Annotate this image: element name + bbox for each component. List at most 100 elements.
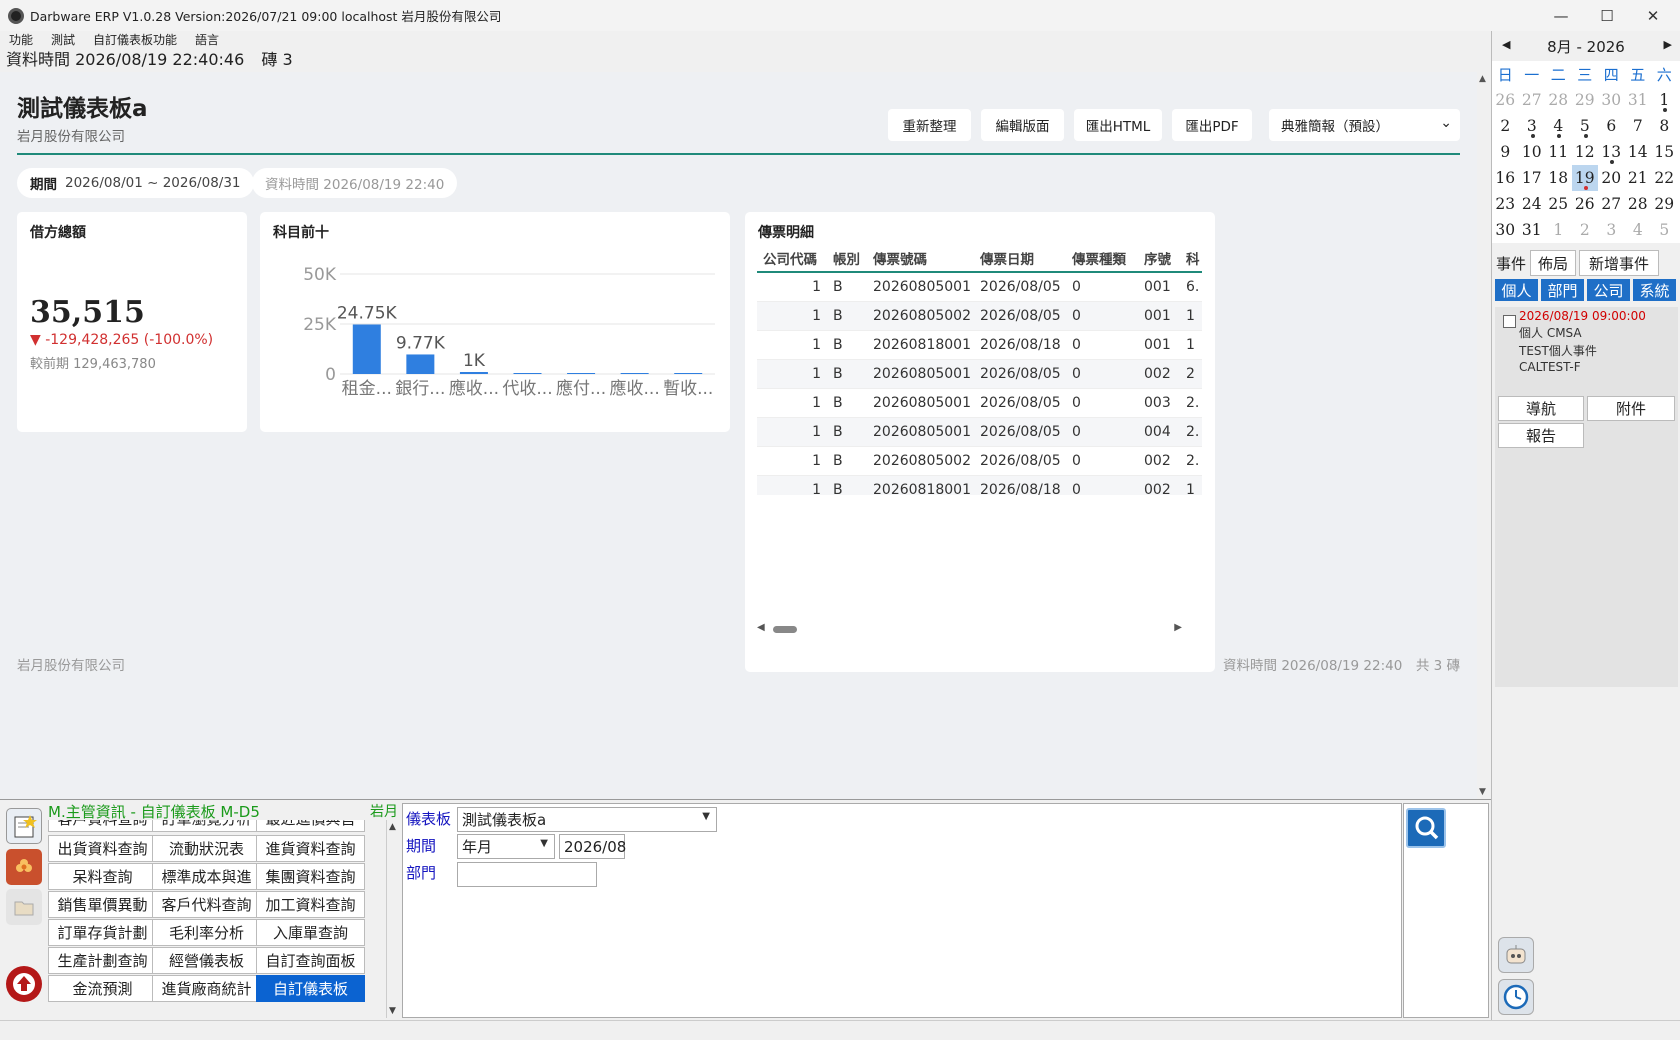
column-header[interactable]: 公司代碼 [757,245,827,273]
calendar-day[interactable]: 4 [1625,217,1652,243]
calendar-day[interactable]: 7 [1625,113,1652,139]
debit-total-card[interactable]: 借方總額 35,515 ▼ -129,428,265 (-100.0%) 較前期… [17,212,247,432]
calendar-day[interactable]: 25 [1545,191,1572,217]
menu-language[interactable]: 語言 [186,31,228,49]
next-month-icon[interactable]: ▶ [1664,38,1672,51]
column-header[interactable]: 科 [1180,245,1202,273]
export-html-button[interactable]: 匯出HTML [1074,109,1162,141]
calendar-day[interactable]: 12 [1572,139,1599,165]
calendar-day[interactable]: 17 [1519,165,1546,191]
new-event-button[interactable]: 新增事件 [1579,250,1659,276]
calendar-day[interactable]: 28 [1545,87,1572,113]
menu-function[interactable]: 功能 [0,31,42,49]
filter-department[interactable]: 部門 [1541,279,1584,301]
table-row[interactable]: 1 B 20260805001 2026/08/05 0 002 2 [757,359,1202,389]
function-button[interactable]: 加工資料查詢 [256,891,365,918]
calendar-month-label[interactable]: 8月 - 2026 [1547,36,1625,57]
column-header[interactable]: 傳票日期 [974,245,1066,273]
table-row[interactable]: 1 B 20260818001 2026/08/18 0 001 1 [757,330,1202,360]
column-header[interactable]: 傳票號碼 [867,245,974,273]
column-header[interactable]: 帳別 [827,245,867,273]
calendar-day[interactable]: 11 [1545,139,1572,165]
calendar-day[interactable]: 29 [1572,87,1599,113]
refresh-button[interactable]: 重新整理 [888,109,971,141]
close-button[interactable]: ✕ [1630,0,1676,31]
function-grid-scrollbar[interactable]: ▲ ▼ [386,820,400,1018]
menu-test[interactable]: 測試 [42,31,84,49]
calendar-day[interactable]: 27 [1519,87,1546,113]
function-button[interactable]: 訂單瀏覽分析 [152,820,261,832]
scroll-down-arrow-icon[interactable]: ▼ [389,1006,396,1016]
dashboard-param-select[interactable]: 測試儀表板a ▼ [457,807,717,832]
filter-system[interactable]: 系統 [1633,279,1676,301]
calendar-day[interactable]: 4 [1545,113,1572,139]
function-button[interactable]: 入庫單查詢 [256,919,365,946]
calendar-day[interactable]: 27 [1598,191,1625,217]
table-row[interactable]: 1 B 20260818001 2026/08/18 0 002 1 [757,475,1202,495]
search-button[interactable] [1406,808,1446,848]
calendar-day[interactable]: 16 [1492,165,1519,191]
scroll-up-arrow-icon[interactable]: ▲ [1479,74,1486,84]
function-button[interactable]: 最近進價與售 [256,820,365,832]
table-row[interactable]: 1 B 20260805001 2026/08/05 0 001 6. [757,272,1202,302]
scroll-down-arrow-icon[interactable]: ▼ [1479,787,1486,797]
notes-button[interactable] [6,808,42,844]
table-row[interactable]: 1 B 20260805002 2026/08/05 0 001 1 [757,301,1202,331]
function-button[interactable]: 銷售單價異動 [48,891,157,918]
calendar-day[interactable]: 5 [1572,113,1599,139]
calendar-day[interactable]: 3 [1519,113,1546,139]
table-row[interactable]: 1 B 20260805001 2026/08/05 0 004 2. [757,417,1202,447]
calendar-day[interactable]: 13 [1598,139,1625,165]
event-checkbox[interactable] [1503,315,1516,328]
theme-select[interactable]: 典雅簡報（預設） ⌄ [1269,109,1460,141]
column-header[interactable]: 序號 [1138,245,1180,273]
tab-layout[interactable]: 佈局 [1530,250,1576,276]
scrollbar-thumb[interactable] [773,626,797,633]
function-button[interactable]: 呆料查詢 [48,863,157,890]
table-row[interactable]: 1 B 20260805002 2026/08/05 0 002 2. [757,446,1202,476]
export-pdf-button[interactable]: 匯出PDF [1172,109,1252,141]
calendar-day[interactable]: 31 [1519,217,1546,243]
edit-layout-button[interactable]: 編輯版面 [981,109,1064,141]
function-button[interactable]: 進貨廠商統計 [152,975,261,1002]
calendar-day[interactable]: 15 [1651,139,1678,165]
voucher-horizontal-scrollbar[interactable]: ◀ ▶ [757,622,1182,636]
function-button[interactable]: 自訂查詢面板 [256,947,365,974]
calendar-day[interactable]: 26 [1492,87,1519,113]
favorites-button[interactable] [6,849,42,885]
scroll-right-arrow-icon[interactable]: ▶ [1174,622,1182,633]
calendar-day[interactable]: 6 [1598,113,1625,139]
report-button[interactable]: 報告 [1498,423,1584,448]
table-row[interactable]: 1 B 20260805001 2026/08/05 0 003 2. [757,388,1202,418]
prev-month-icon[interactable]: ◀ [1502,38,1510,51]
calendar-day[interactable]: 29 [1651,191,1678,217]
maximize-button[interactable]: ☐ [1584,0,1630,31]
top10-chart-card[interactable]: 科目前十 0 25K 50K 24.75K 租金... 9.77K 銀行... 1K 應收...… [260,212,730,432]
attachment-button[interactable]: 附件 [1587,396,1675,421]
calendar-day[interactable]: 5 [1651,217,1678,243]
calendar-day[interactable]: 31 [1625,87,1652,113]
calendar-day[interactable]: 18 [1545,165,1572,191]
calendar-day[interactable]: 9 [1492,139,1519,165]
calendar-day[interactable]: 20 [1598,165,1625,191]
function-button[interactable]: 客戶資料查詢 [48,820,157,832]
navigate-button[interactable]: 導航 [1498,396,1584,421]
function-button[interactable]: 標準成本與進 [152,863,261,890]
upload-button[interactable] [6,966,42,1002]
scroll-up-arrow-icon[interactable]: ▲ [389,822,396,832]
function-button[interactable]: 集團資料查詢 [256,863,365,890]
tab-events[interactable]: 事件 [1495,250,1527,276]
calendar-day[interactable]: 19 [1571,165,1598,191]
filter-personal[interactable]: 個人 [1495,279,1538,301]
function-button[interactable]: 金流預測 [48,975,157,1002]
robot-assistant-button[interactable] [1498,937,1534,973]
calendar-day[interactable]: 8 [1651,113,1678,139]
function-button[interactable]: 毛利率分析 [152,919,261,946]
column-header[interactable]: 傳票種類 [1066,245,1138,273]
calendar-day[interactable]: 28 [1625,191,1652,217]
function-button[interactable]: 訂單存貨計劃 [48,919,157,946]
function-button[interactable]: 進貨資料查詢 [256,835,365,862]
calendar-day[interactable]: 2 [1572,217,1599,243]
calendar-day[interactable]: 22 [1651,165,1678,191]
calendar-day[interactable]: 30 [1598,87,1625,113]
